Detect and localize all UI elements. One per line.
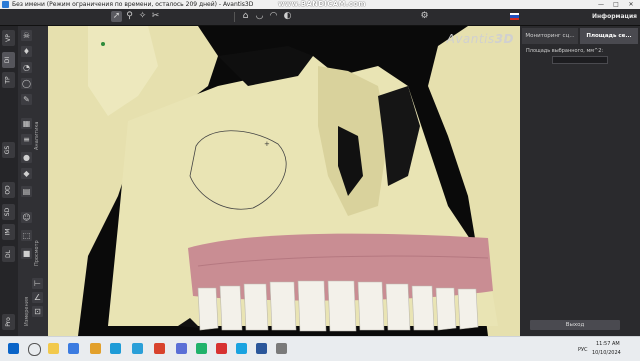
3d-viewport[interactable]: + Avantis3D <box>48 26 520 336</box>
tool-column: ☠ ♦ ◔ ◯ ✎ Аналитика ▦ ≡ ● ◆ ▤ Просмотр ☺… <box>18 26 48 336</box>
tab-sd[interactable]: SD <box>2 204 15 220</box>
measure-icon[interactable]: ✧ <box>137 11 148 22</box>
section-label-analysis: Аналитика <box>34 121 40 150</box>
widgets-icon[interactable] <box>48 343 59 354</box>
measure-line-icon[interactable]: ⊢ <box>32 278 43 289</box>
telegram-icon[interactable] <box>132 343 143 354</box>
minimize-button[interactable]: — <box>594 0 608 9</box>
language-indicator[interactable]: РУС <box>578 347 588 353</box>
recording-watermark: www.BANDICAM.com <box>278 0 366 8</box>
section-label-measure: Измерения <box>24 296 30 326</box>
measure-angle-icon[interactable]: ∠ <box>32 292 43 303</box>
language-flag-icon[interactable] <box>510 13 519 20</box>
word-icon[interactable] <box>256 343 267 354</box>
section-label-viewer: Просмотр <box>34 240 40 266</box>
info-label: Информация <box>592 13 637 20</box>
implant-icon[interactable]: ⬚ <box>21 230 32 241</box>
tab-di[interactable]: DI <box>2 52 15 68</box>
skype-icon[interactable] <box>236 343 247 354</box>
left-module-tabs: VP DI TP GS OD SD IM DL Pro <box>0 26 18 336</box>
skull-model: + <box>48 26 520 336</box>
cube-icon[interactable]: ◆ <box>21 168 32 179</box>
area-label: Площадь выбранного, мм^2: <box>526 48 604 54</box>
settings-icon[interactable]: ⚙ <box>419 11 430 22</box>
tab-im[interactable]: IM <box>2 224 15 240</box>
start-icon[interactable] <box>8 343 19 354</box>
cut-icon[interactable]: ✂ <box>150 11 161 22</box>
close-button[interactable]: ✕ <box>624 0 638 9</box>
clock-date: 10/10/2024 <box>592 350 621 356</box>
file-explorer-icon[interactable] <box>90 343 101 354</box>
magnify-icon[interactable]: ⚲ <box>124 11 135 22</box>
window-title: Без имени (Режим ограничения по времени,… <box>12 1 254 8</box>
tooth-icon[interactable]: ♦ <box>21 46 32 57</box>
search-icon[interactable] <box>28 343 41 356</box>
taskview-icon[interactable] <box>68 343 79 354</box>
layers-icon[interactable]: ≡ <box>21 134 32 145</box>
tab-od[interactable]: OD <box>2 182 15 198</box>
svg-text:+: + <box>264 140 270 148</box>
brush-icon[interactable]: ✎ <box>21 94 32 105</box>
cursor-icon[interactable]: ➚ <box>111 11 122 22</box>
jaw-icon[interactable]: ◔ <box>21 62 32 73</box>
view-side-icon[interactable]: ◐ <box>282 11 293 22</box>
grid-icon[interactable]: ▦ <box>21 118 32 129</box>
sphere-icon[interactable]: ● <box>21 152 32 163</box>
app-icon-3[interactable] <box>216 343 227 354</box>
tab-pro[interactable]: Pro <box>2 314 15 330</box>
title-bar: Без имени (Режим ограничения по времени,… <box>0 0 640 9</box>
avantis-logo: Avantis3D <box>446 32 514 46</box>
area-value-field <box>552 56 608 64</box>
tab-area[interactable]: Площадь се... <box>580 28 638 44</box>
tab-vp[interactable]: VP <box>2 30 15 46</box>
square-icon[interactable]: ■ <box>21 248 32 259</box>
edge-icon[interactable] <box>110 343 121 354</box>
main-toolbar: ➚ ⚲ ✧ ✂ ⌂ ◡ ◠ ◐ ⚙ <box>0 9 640 26</box>
chrome-icon[interactable] <box>154 343 165 354</box>
view-front-icon[interactable]: ⌂ <box>240 11 251 22</box>
teeth-set-icon[interactable]: ▤ <box>21 186 32 197</box>
app-icon <box>2 1 9 8</box>
view-upper-icon[interactable]: ◠ <box>268 11 279 22</box>
app-icon-2[interactable] <box>196 343 207 354</box>
maximize-button[interactable]: □ <box>609 0 623 9</box>
tab-gs[interactable]: GS <box>2 142 15 158</box>
measure-area-icon[interactable]: ⊡ <box>32 306 43 317</box>
tab-dl[interactable]: DL <box>2 246 15 262</box>
head-icon[interactable]: ☺ <box>21 212 32 223</box>
avantis-taskbar-icon[interactable] <box>276 343 287 354</box>
right-panel: Мониторинг сц... Площадь се... Площадь в… <box>520 26 640 336</box>
windows-taskbar: РУС 11:57 AM 10/10/2024 <box>0 336 640 361</box>
view-lower-icon[interactable]: ◡ <box>254 11 265 22</box>
exit-button[interactable]: Выход <box>530 320 620 330</box>
lasso-icon[interactable]: ◯ <box>21 78 32 89</box>
skull-view-icon[interactable]: ☠ <box>21 30 32 41</box>
app-icon-1[interactable] <box>176 343 187 354</box>
tab-scene-monitor[interactable]: Мониторинг сц... <box>522 28 578 44</box>
tab-tp[interactable]: TP <box>2 72 15 88</box>
clock-time: 11:57 AM <box>596 341 620 347</box>
